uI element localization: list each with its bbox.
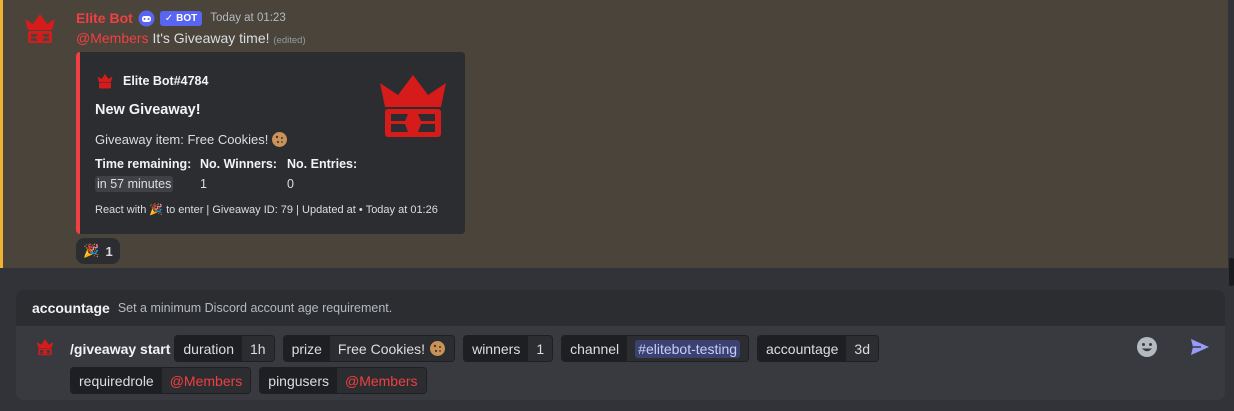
role-mention[interactable]: @Members [170, 373, 243, 389]
developer-badge-icon[interactable] [138, 10, 155, 27]
hint-option-description: Set a minimum Discord account age requir… [117, 301, 393, 315]
embed-author-name: Elite Bot#4784 [123, 74, 209, 88]
verified-check-icon: ✓ [164, 12, 174, 24]
channel-mention[interactable]: #elitebot-testing [635, 339, 741, 358]
tada-icon: 🎉 [149, 204, 164, 216]
option-requiredrole[interactable]: requiredrole @Members [70, 367, 252, 394]
bot-tag: ✓ BOT [159, 10, 203, 26]
giveaway-embed: Elite Bot#4784 New Giveaway! Giveaway it… [76, 52, 465, 234]
embed-author-icon [97, 74, 113, 89]
message-row: Elite Bot ✓ BOT Today at 01:23 @Members … [0, 0, 1228, 268]
cookie-icon [430, 341, 446, 356]
message-composer[interactable]: /giveaway start duration 1h prize Free C… [16, 326, 1225, 400]
embed-thumbnail[interactable] [378, 71, 448, 141]
command-app-icon [36, 339, 54, 356]
embed-author: Elite Bot#4784 [95, 71, 208, 91]
message-content: @Members It's Giveaway time! (edited) [76, 30, 306, 46]
role-mention[interactable]: @Members [76, 30, 149, 46]
tada-icon: 🎉 [83, 243, 100, 258]
command-line-2: requiredrole @Members pingusers @Members [70, 367, 427, 394]
reaction-tada[interactable]: 🎉 1 [76, 238, 120, 264]
cookie-icon [272, 132, 288, 147]
emoji-picker-icon[interactable] [1136, 336, 1158, 358]
embed-description: Giveaway item: Free Cookies! [95, 131, 288, 148]
embed-field-time: Time remaining: in 57 minutes [95, 157, 192, 192]
bot-avatar[interactable] [20, 8, 60, 48]
reaction-count: 1 [105, 243, 113, 259]
command-line-1: /giveaway start duration 1h prize Free C… [70, 335, 879, 362]
time-remaining-value[interactable]: in 57 minutes [95, 176, 174, 192]
embed-footer: React with 🎉 to enter | Giveaway ID: 79 … [95, 203, 438, 217]
edited-label: (edited) [273, 35, 306, 46]
option-duration[interactable]: duration 1h [174, 335, 275, 362]
embed-field-entries: No. Entries: 0 [287, 157, 358, 191]
role-mention[interactable]: @Members [345, 373, 418, 389]
footer-timestamp: Today at 01:26 [365, 203, 438, 216]
message-text: It's Giveaway time! [152, 30, 270, 46]
option-winners[interactable]: winners 1 [463, 335, 554, 362]
scrollbar-thumb[interactable] [1229, 258, 1234, 286]
author-name[interactable]: Elite Bot [76, 10, 133, 26]
embed-field-winners: No. Winners: 1 [200, 157, 277, 191]
option-channel[interactable]: channel #elitebot-testing [561, 335, 750, 362]
hint-option-name: accountage [32, 300, 110, 316]
embed-title: New Giveaway! [95, 102, 201, 118]
option-prize[interactable]: prize Free Cookies! [282, 335, 456, 362]
message-header: Elite Bot ✓ BOT Today at 01:23 [76, 8, 286, 28]
send-icon[interactable] [1189, 336, 1211, 358]
slash-command-name[interactable]: /giveaway start [70, 341, 170, 357]
message-timestamp[interactable]: Today at 01:23 [210, 12, 285, 24]
option-pingusers[interactable]: pingusers @Members [259, 367, 427, 394]
option-accountage[interactable]: accountage 3d [757, 335, 879, 362]
command-option-hint: accountage Set a minimum Discord account… [16, 290, 1225, 326]
